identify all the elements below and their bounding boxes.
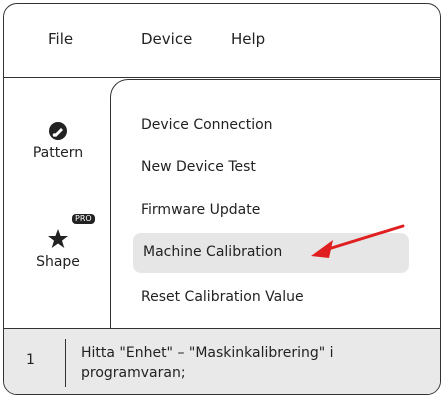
menu-device[interactable]: Device [141, 30, 192, 48]
step-number: 1 [26, 352, 35, 368]
step-text: Hitta "Enhet" – "Maskinkalibrering" i pr… [81, 345, 334, 381]
menu-item-device-connection[interactable]: Device Connection [141, 117, 273, 133]
menu-file[interactable]: File [48, 30, 73, 48]
star-icon [48, 229, 68, 248]
shape-tool[interactable]: PRO Shape [18, 214, 98, 270]
shape-label: Shape [36, 254, 80, 270]
menu-item-new-device-test[interactable]: New Device Test [141, 159, 256, 175]
pro-badge: PRO [72, 214, 95, 224]
brush-icon [49, 122, 67, 140]
pattern-tool[interactable]: Pattern [18, 121, 98, 161]
menu-item-reset-calibration-value[interactable]: Reset Calibration Value [141, 289, 304, 305]
instruction-bar: 1 Hitta "Enhet" – "Maskinkalibrering" i … [4, 328, 440, 394]
pattern-label: Pattern [32, 145, 84, 161]
menu-item-machine-calibration[interactable]: Machine Calibration [133, 233, 409, 273]
menu-item-machine-calibration-label: Machine Calibration [143, 244, 283, 260]
menu-help[interactable]: Help [231, 30, 265, 48]
menu-item-firmware-update[interactable]: Firmware Update [141, 202, 260, 218]
device-dropdown-menu: Device Connection New Device Test Firmwa… [110, 79, 440, 339]
app-window: File Device Help Pattern PRO Shape Devic… [3, 3, 441, 395]
menu-bar: File Device Help [4, 4, 440, 78]
step-divider [65, 339, 66, 387]
